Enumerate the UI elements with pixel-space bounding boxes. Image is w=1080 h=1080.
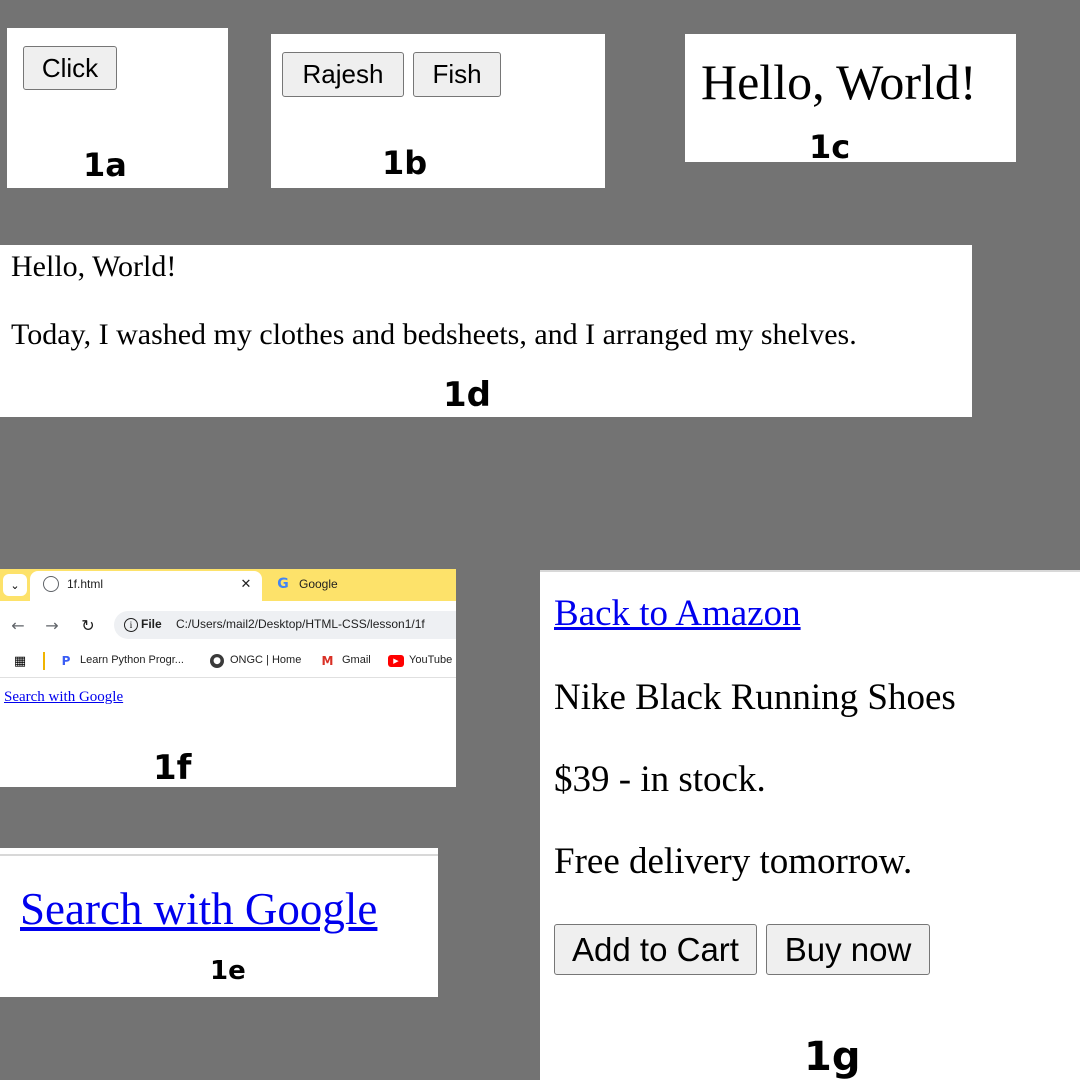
forward-arrow-icon[interactable]: → — [42, 615, 62, 635]
hello-world-heading: Hello, World! — [701, 54, 977, 110]
bookmark-learn-python[interactable]: Learn Python Progr... — [80, 654, 184, 666]
bookmark-gmail[interactable]: Gmail — [342, 654, 371, 666]
search-with-google-link[interactable]: Search with Google — [20, 882, 377, 936]
tab-1f-html[interactable] — [30, 571, 262, 601]
product-price: $39 - in stock. — [554, 759, 766, 800]
delivery-info: Free delivery tomorrow. — [554, 841, 913, 882]
hello-world-text: Hello, World! — [11, 250, 177, 283]
click-button[interactable]: Click — [23, 46, 117, 90]
top-rule — [0, 854, 438, 856]
bookmark-ongc[interactable]: ONGC | Home — [230, 654, 301, 666]
buy-now-button[interactable]: Buy now — [766, 924, 930, 975]
panel-tag-1g: 1g — [804, 1034, 861, 1080]
tab-dropdown-icon[interactable]: ⌄ — [3, 574, 27, 596]
panel-1b: Rajesh Fish 1b — [271, 34, 605, 188]
tab-title-1f: 1f.html — [67, 577, 104, 591]
bookmark-youtube[interactable]: YouTube — [409, 654, 452, 666]
panel-1g: Back to Amazon Nike Black Running Shoes … — [540, 570, 1080, 1080]
info-icon[interactable]: i — [124, 618, 138, 632]
youtube-icon: ▶ — [388, 655, 404, 667]
python-icon: P — [61, 654, 71, 668]
top-rule — [540, 570, 1080, 572]
panel-tag-1a: 1a — [83, 146, 127, 184]
search-with-google-link-small[interactable]: Search with Google — [4, 689, 123, 706]
url-scheme-label: File — [141, 617, 162, 631]
fish-button[interactable]: Fish — [413, 52, 501, 97]
google-icon: G — [277, 576, 289, 592]
close-icon[interactable]: ✕ — [238, 575, 254, 593]
globe-icon — [43, 576, 59, 592]
panel-1e: Search with Google 1e — [0, 848, 438, 997]
panel-tag-1f: 1f — [153, 748, 192, 787]
panel-tag-1c: 1c — [809, 128, 851, 162]
gmail-icon: M — [321, 654, 334, 668]
panel-1c: Hello, World! 1c — [685, 34, 1016, 162]
panel-1d: Hello, World! Today, I washed my clothes… — [0, 245, 972, 417]
back-to-amazon-link[interactable]: Back to Amazon — [554, 592, 801, 636]
bookmark-separator — [43, 652, 45, 670]
ongc-icon: ● — [210, 654, 224, 668]
panel-tag-1e: 1e — [210, 956, 246, 986]
back-arrow-icon[interactable]: ← — [8, 615, 28, 635]
product-name: Nike Black Running Shoes — [554, 677, 956, 718]
apps-grid-icon[interactable]: ▦ — [12, 653, 28, 669]
panel-tag-1b: 1b — [382, 144, 428, 182]
today-paragraph: Today, I washed my clothes and bedsheets… — [11, 318, 857, 351]
url-text[interactable]: C:/Users/mail2/Desktop/HTML-CSS/lesson1/… — [176, 617, 425, 631]
reload-icon[interactable]: ↻ — [78, 615, 98, 635]
panel-1f: ⌄ 1f.html ✕ G Google ← → ↻ i File C:/Use… — [0, 569, 456, 787]
panel-tag-1d: 1d — [443, 375, 491, 415]
tab-title-google[interactable]: Google — [299, 577, 338, 591]
rajesh-button[interactable]: Rajesh — [282, 52, 404, 97]
panel-1a: Click 1a — [7, 28, 228, 188]
add-to-cart-button[interactable]: Add to Cart — [554, 924, 757, 975]
